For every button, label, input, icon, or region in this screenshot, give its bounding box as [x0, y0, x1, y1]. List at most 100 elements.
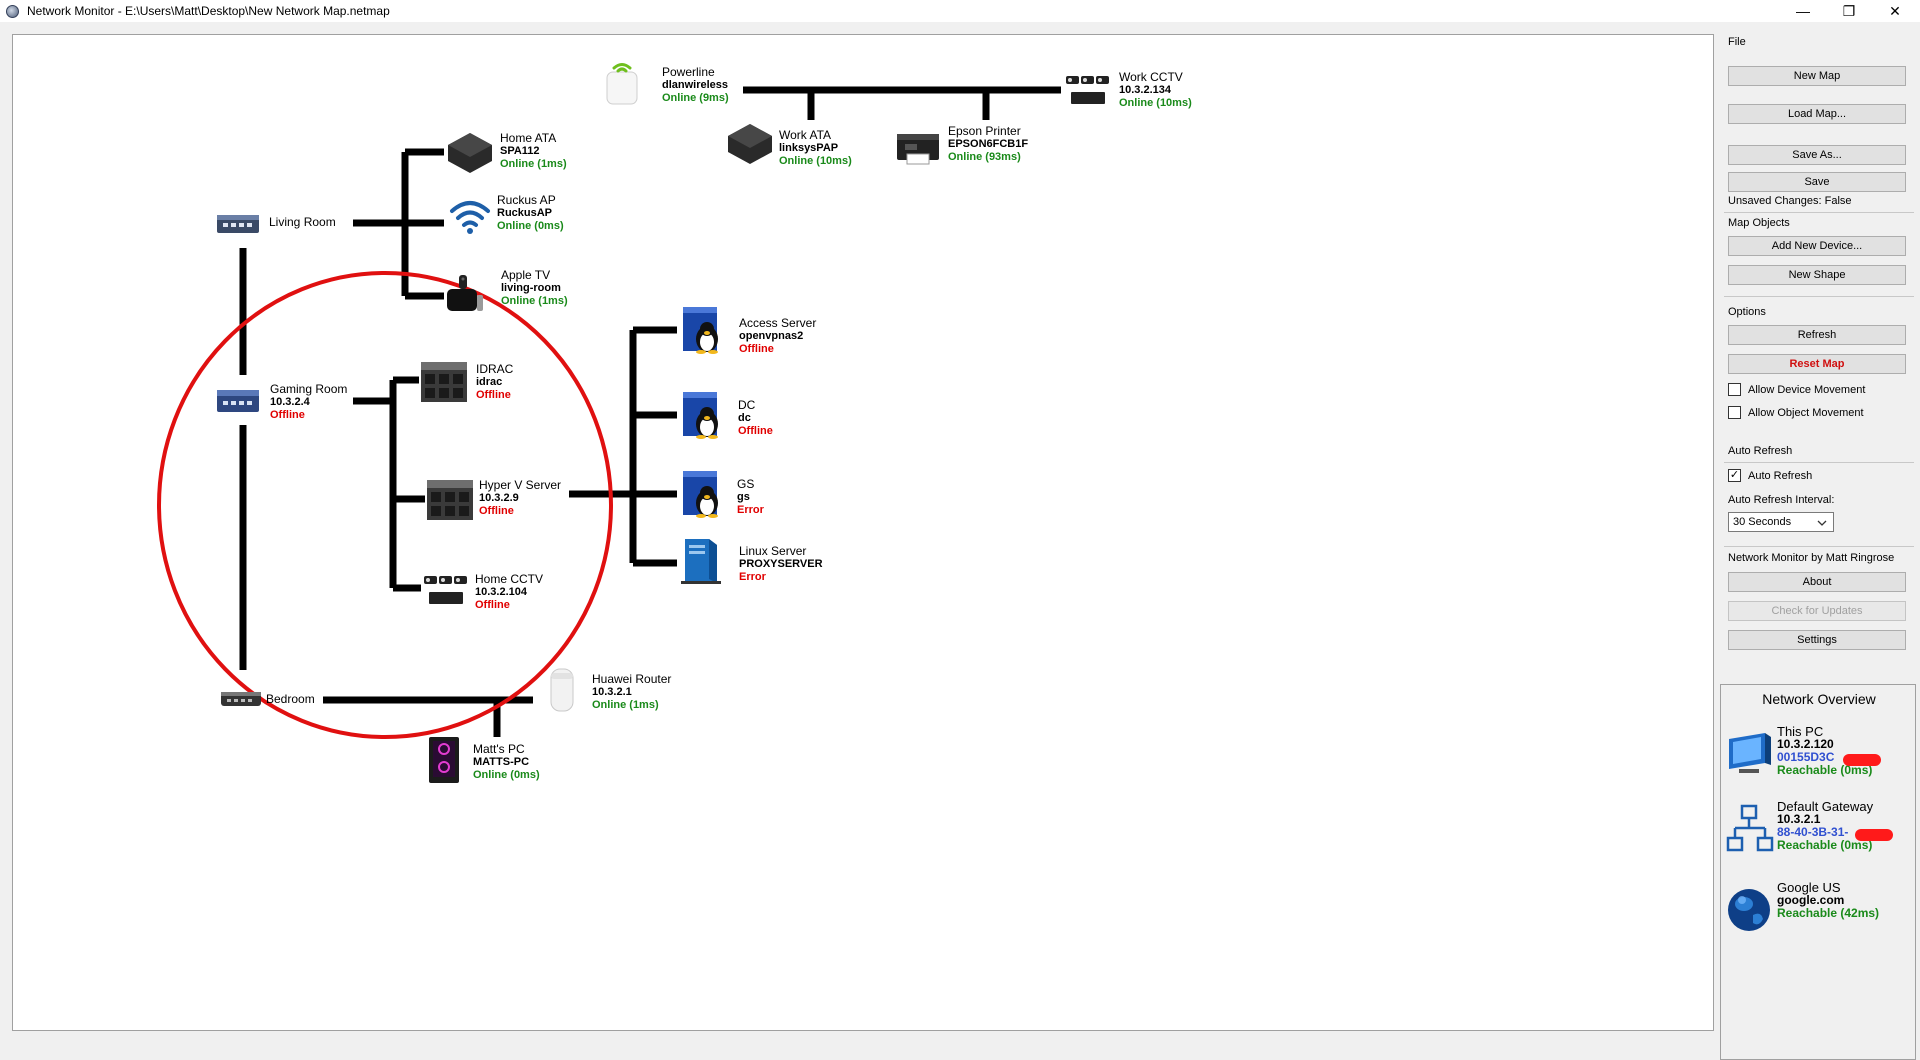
- device-name: Epson Printer: [948, 124, 1021, 138]
- connection-lines: [157, 86, 1061, 739]
- device-status: Online (93ms): [948, 151, 1021, 163]
- device-name: Work CCTV: [1119, 70, 1183, 84]
- linux-icon: [677, 390, 727, 440]
- pc-tower-icon: [677, 535, 727, 585]
- redaction-mark: [1843, 754, 1881, 766]
- globe-icon: [1728, 889, 1770, 931]
- overview-this-pc[interactable]: This PC 10.3.2.120 00155D3C Reachable (0…: [1725, 725, 1915, 785]
- map-objects-group-label: Map Objects: [1728, 217, 1790, 229]
- check-for-updates-button: Check for Updates: [1728, 601, 1906, 621]
- device-name: Powerline: [662, 65, 715, 79]
- device-host: 10.3.2.9: [479, 492, 519, 504]
- divider: [1724, 212, 1914, 213]
- settings-button[interactable]: Settings: [1728, 630, 1906, 650]
- device-name: Huawei Router: [592, 672, 672, 686]
- add-new-device-button[interactable]: Add New Device...: [1728, 236, 1906, 256]
- device-host: dc: [738, 412, 751, 424]
- device-host: 10.3.2.134: [1119, 84, 1171, 96]
- cctv-icon: [1063, 65, 1113, 115]
- printer-icon: [893, 119, 943, 169]
- device-name: Gaming Room: [270, 382, 348, 396]
- device-status: Online (0ms): [497, 220, 564, 232]
- save-as-button[interactable]: Save As...: [1728, 145, 1906, 165]
- device-host: RuckusAP: [497, 207, 553, 219]
- device-status: Offline: [270, 409, 305, 421]
- device-name: GS: [737, 477, 755, 491]
- new-shape-button[interactable]: New Shape: [1728, 265, 1906, 285]
- select-value: 30 Seconds: [1733, 516, 1792, 528]
- options-group-label: Options: [1728, 306, 1766, 318]
- new-map-button[interactable]: New Map: [1728, 66, 1906, 86]
- device-status: Offline: [739, 343, 774, 355]
- checkmark-icon[interactable]: ✓: [1728, 469, 1741, 482]
- checkbox-label: Auto Refresh: [1748, 469, 1813, 482]
- device-name: Apple TV: [501, 268, 551, 282]
- device-host: openvpnas2: [739, 330, 804, 342]
- auto-refresh-checkbox[interactable]: ✓ Auto Refresh: [1728, 469, 1812, 482]
- overview-status: Reachable (42ms): [1777, 906, 1880, 920]
- reset-map-button[interactable]: Reset Map: [1728, 354, 1906, 374]
- divider: [1724, 462, 1914, 463]
- device-host: living-room: [501, 282, 561, 294]
- gaming-pc-icon: [419, 735, 469, 785]
- server-icon: [425, 475, 475, 525]
- checkbox-unchecked[interactable]: [1728, 383, 1741, 396]
- device-status: Error: [737, 504, 764, 516]
- device-name: Matt's PC: [473, 742, 525, 756]
- device-host: EPSON6FCB1F: [948, 138, 1029, 150]
- server-icon: [419, 357, 469, 407]
- load-map-button[interactable]: Load Map...: [1728, 104, 1906, 124]
- network-overview-panel: Network Overview This PC 10.3.2.120 0015…: [1720, 684, 1916, 1060]
- device-status: Online (9ms): [662, 92, 729, 104]
- device-status: Online (1ms): [592, 699, 659, 711]
- switch-icon: [213, 375, 263, 425]
- device-status: Online (1ms): [501, 295, 568, 307]
- device-status: Online (10ms): [779, 155, 852, 167]
- network-overview-title: Network Overview: [1762, 691, 1876, 707]
- device-name: DC: [738, 398, 756, 412]
- about-group-label: Network Monitor by Matt Ringrose: [1728, 552, 1895, 564]
- monitor-icon: [1729, 733, 1771, 773]
- app-icon: [6, 4, 19, 18]
- auto-refresh-interval-select[interactable]: 30 Seconds: [1728, 512, 1834, 532]
- device-status: Online (0ms): [473, 769, 540, 781]
- device-name: Hyper V Server: [479, 478, 562, 492]
- allow-object-movement-checkbox[interactable]: Allow Object Movement: [1728, 406, 1864, 419]
- checkbox-unchecked[interactable]: [1728, 406, 1741, 419]
- device-status: Offline: [475, 599, 510, 611]
- ata-icon: [445, 128, 495, 178]
- device-host: idrac: [476, 376, 503, 388]
- checkbox-label: Allow Object Movement: [1748, 406, 1864, 419]
- file-group-label: File: [1728, 36, 1746, 48]
- device-host: 10.3.2.1: [592, 686, 632, 698]
- auto-refresh-group-label: Auto Refresh: [1728, 445, 1793, 457]
- device-name: Work ATA: [779, 128, 832, 142]
- allow-device-movement-checkbox[interactable]: Allow Device Movement: [1728, 383, 1865, 396]
- checkbox-label: Allow Device Movement: [1748, 383, 1866, 396]
- switch-icon: [216, 673, 266, 723]
- save-button[interactable]: Save: [1728, 172, 1906, 192]
- switch-icon: [213, 198, 263, 248]
- device-name: Access Server: [739, 316, 817, 330]
- overview-default-gateway[interactable]: Default Gateway 10.3.2.1 88-40-3B-31- Re…: [1725, 800, 1915, 860]
- device-name: Home ATA: [500, 131, 557, 145]
- device-host: 10.3.2.104: [475, 586, 527, 598]
- device-name: Living Room: [269, 215, 336, 229]
- overview-google-us[interactable]: Google US google.com Reachable (42ms): [1725, 881, 1915, 941]
- overview-status: Reachable (0ms): [1777, 838, 1873, 852]
- device-status: Offline: [476, 389, 511, 401]
- device-host: 10.3.2.4: [270, 396, 310, 408]
- device-name: Linux Server: [739, 544, 807, 558]
- network-map-canvas[interactable]: Living Room Gaming Room 10.3.2.4 Offline…: [12, 34, 1714, 1031]
- refresh-button[interactable]: Refresh: [1728, 325, 1906, 345]
- window-title: Network Monitor - E:\Users\Matt\Desktop\…: [27, 4, 390, 18]
- network-topology-icon: [1726, 804, 1774, 852]
- cctv-icon: [421, 565, 471, 615]
- maximize-button[interactable]: ❐: [1826, 0, 1872, 22]
- linux-icon: [677, 305, 727, 355]
- powerline-icon: [597, 58, 647, 108]
- about-button[interactable]: About: [1728, 572, 1906, 592]
- unsaved-changes-label: Unsaved Changes: False: [1728, 195, 1852, 207]
- minimize-button[interactable]: —: [1780, 0, 1826, 22]
- close-button[interactable]: ✕: [1872, 0, 1918, 22]
